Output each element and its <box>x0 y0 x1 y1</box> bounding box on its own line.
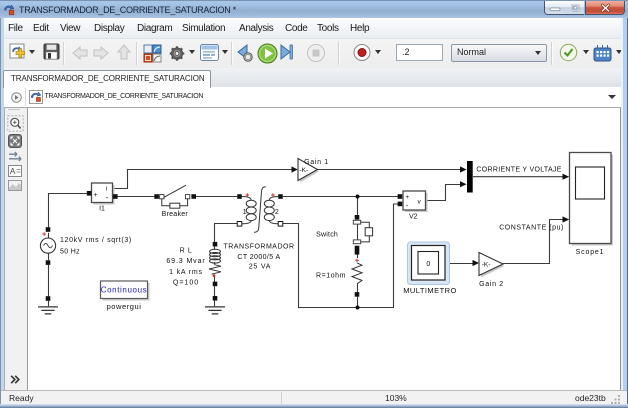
svg-text:Switch: Switch <box>316 231 338 238</box>
svg-text:25 VA: 25 VA <box>249 264 272 271</box>
svg-text:powergui: powergui <box>107 302 142 311</box>
svg-text:I1: I1 <box>99 206 105 213</box>
svg-text:Scope1: Scope1 <box>576 249 605 256</box>
svg-text:i: i <box>106 186 107 193</box>
svg-text:TRANSFORMADOR: TRANSFORMADOR <box>223 243 294 250</box>
svg-text:Breaker: Breaker <box>162 211 189 218</box>
svg-text:69.3 Mvar: 69.3 Mvar <box>166 258 205 265</box>
svg-text:Gain 1: Gain 1 <box>304 159 329 166</box>
svg-text:1: 1 <box>243 209 247 216</box>
svg-text:2: 2 <box>275 209 279 216</box>
svg-text:CT 2000/5 A: CT 2000/5 A <box>237 254 280 261</box>
svg-text:Gain 2: Gain 2 <box>479 281 504 288</box>
svg-text:A: A <box>10 167 16 176</box>
svg-text:120kV rms / sqrt(3): 120kV rms / sqrt(3) <box>60 237 132 244</box>
svg-text:Continuous: Continuous <box>101 286 147 295</box>
svg-text:0: 0 <box>426 261 430 268</box>
svg-text:50 Hz: 50 Hz <box>60 248 80 255</box>
svg-text:-K-: -K- <box>482 262 491 269</box>
svg-text:MULTIMETRO: MULTIMETRO <box>403 286 457 295</box>
svg-text:CONSTANTE (pu): CONSTANTE (pu) <box>499 225 564 232</box>
svg-text:R L: R L <box>180 247 193 254</box>
svg-text:Q=100: Q=100 <box>173 280 199 287</box>
svg-text:V2: V2 <box>409 213 418 220</box>
svg-text:-: - <box>106 193 109 202</box>
svg-text:+: + <box>94 192 98 199</box>
svg-text:-K-: -K- <box>300 167 309 174</box>
svg-text:R=1ohm: R=1ohm <box>316 273 346 280</box>
svg-text:1 kA rms: 1 kA rms <box>169 269 203 276</box>
svg-text:CORRIENTE Y VOLTAJE: CORRIENTE Y VOLTAJE <box>476 166 561 173</box>
